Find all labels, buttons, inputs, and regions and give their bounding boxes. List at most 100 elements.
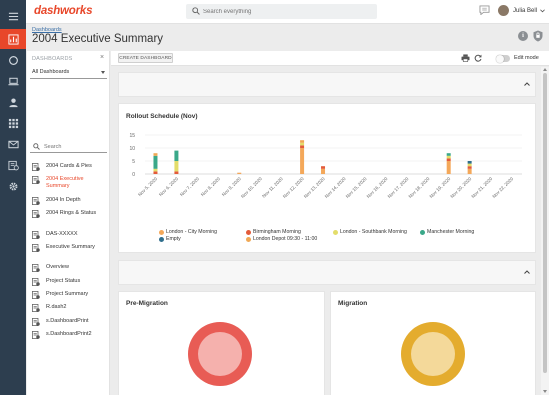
dashboard-item-icon (32, 210, 40, 219)
legend-item[interactable]: London - Southbank Morning (333, 229, 407, 235)
dashboard-item-label: s.DashboardPrint (46, 317, 89, 324)
nav-rail (0, 0, 26, 395)
chart-bar[interactable] (446, 158, 451, 161)
dashboard-search-input[interactable] (44, 142, 104, 152)
dashboard-list-item[interactable]: 2004 Cards & Pies (30, 161, 108, 174)
legend-item[interactable]: Manchester Morning (420, 229, 474, 235)
chart-bar[interactable] (174, 161, 179, 172)
dashboard-filter-value: All Dashboards (32, 69, 70, 75)
global-search[interactable] (186, 4, 377, 19)
pre-migration-donut[interactable] (119, 292, 326, 395)
dashboard-item-icon (32, 163, 40, 171)
chart-bar[interactable] (321, 168, 326, 174)
chart-bar[interactable] (446, 153, 451, 156)
section-header[interactable] (118, 72, 536, 97)
dashboard-toolbar: CREATE DASHBOARD Edit mode (111, 51, 549, 66)
menu-icon[interactable] (0, 6, 26, 26)
dashboard-list-item[interactable]: 2004 Executive Summary (30, 174, 108, 195)
chart-bar[interactable] (467, 163, 472, 167)
dashboard-item-icon (32, 243, 40, 252)
dashboard-item-label: Executive Summary (46, 243, 95, 250)
refresh-icon[interactable] (474, 54, 482, 62)
chart-bar[interactable] (467, 168, 472, 174)
print-icon[interactable] (461, 54, 470, 62)
scroll-down-icon[interactable] (543, 390, 547, 393)
legend-swatch (246, 230, 251, 235)
chart-bar[interactable] (300, 145, 305, 148)
legend-item[interactable]: London Depot 09:30 - 11:00 (246, 236, 317, 242)
chart-bar[interactable] (467, 166, 472, 169)
dashboard-list-item[interactable]: Overview (30, 262, 108, 275)
chart-bar[interactable] (153, 153, 158, 156)
dashboard-list-item[interactable]: R.dash2 (30, 302, 108, 315)
scrollbar-thumb[interactable] (543, 73, 547, 373)
evergreen-icon[interactable] (0, 155, 26, 175)
scrollbar[interactable] (541, 67, 549, 395)
dashboard-list-item[interactable]: Executive Summary (30, 242, 108, 263)
dashboard-filter-select[interactable]: All Dashboards (30, 67, 107, 79)
top-bar: dashworks Julia Bell (26, 0, 549, 24)
chart-bar[interactable] (300, 148, 305, 174)
dashboard-item-icon (32, 330, 40, 339)
chart-bar[interactable] (237, 172, 242, 174)
dashboard-item-icon (32, 196, 40, 205)
chart-bar[interactable] (174, 171, 179, 174)
dashboard-list-item[interactable]: Project Status (30, 276, 108, 289)
dashboard-list-item[interactable]: s.DashboardPrint (30, 316, 108, 329)
dashboard-item-label: Project Status (46, 277, 81, 284)
application-icon[interactable] (0, 113, 26, 133)
dashboard-item-icon (32, 291, 40, 299)
legend-item[interactable]: Empty (159, 236, 181, 242)
avatar[interactable] (498, 5, 509, 16)
dashboard-icon[interactable] (0, 29, 26, 49)
dashboards-panel-heading: DASHBOARDS (32, 56, 73, 62)
chart-bar[interactable] (467, 161, 472, 164)
user-name[interactable]: Julia Bell (513, 8, 537, 14)
chart-bar[interactable] (446, 155, 451, 159)
create-dashboard-button[interactable]: CREATE DASHBOARD (118, 53, 173, 63)
dashboard-item-label: R.dash2 (46, 304, 67, 311)
settings-icon[interactable] (0, 176, 26, 196)
migration-donut[interactable] (331, 292, 537, 395)
dashboard-item-label: DAS-XXXXX (46, 230, 78, 237)
scroll-up-icon[interactable] (543, 68, 547, 71)
device-icon[interactable] (0, 71, 26, 91)
dashboard-search[interactable] (30, 141, 107, 153)
chevron-down-icon[interactable] (540, 9, 545, 13)
global-search-input[interactable] (203, 6, 371, 17)
chevron-up-icon[interactable] (524, 270, 530, 274)
app-logo[interactable]: dashworks (34, 5, 92, 17)
chart-bar[interactable] (300, 142, 305, 146)
dashboard-list-item[interactable]: Project Summary (30, 289, 108, 302)
close-icon[interactable]: × (100, 54, 104, 61)
chat-icon[interactable] (479, 5, 490, 15)
chart-bar[interactable] (321, 166, 326, 169)
chart-bar[interactable] (446, 161, 451, 174)
legend-label: Empty (166, 236, 181, 242)
chart-bar[interactable] (174, 150, 179, 161)
user-icon[interactable] (0, 92, 26, 112)
pre-migration-center (198, 332, 242, 376)
dashboard-list-item[interactable]: s.DashboardPrint2 (30, 329, 108, 342)
edit-mode-toggle[interactable] (496, 54, 510, 63)
shield-icon[interactable] (533, 30, 543, 42)
chart-bar[interactable] (300, 140, 305, 143)
dashboard-list-item[interactable]: DAS-XXXXX (30, 229, 108, 242)
legend-label: London - City Morning (166, 229, 218, 235)
dashboard-list-item[interactable]: 2004 Rings & Status (30, 208, 108, 229)
section-header[interactable] (118, 260, 536, 285)
chart-bar[interactable] (153, 155, 158, 169)
info-icon[interactable]: i (518, 31, 528, 41)
x-tick-label: Nov 8, 2020 (200, 176, 221, 197)
dashboard-item-icon (32, 277, 40, 286)
search-icon (192, 7, 200, 15)
dashboard-item-icon (32, 304, 40, 313)
chart-bar[interactable] (153, 171, 158, 174)
legend-item[interactable]: London - City Morning (159, 229, 217, 235)
chevron-up-icon[interactable] (524, 82, 530, 86)
mailbox-icon[interactable] (0, 134, 26, 154)
discovery-icon[interactable] (0, 50, 26, 70)
chart-bar[interactable] (153, 168, 158, 172)
legend-item[interactable]: Birmingham Morning (246, 229, 301, 235)
dashboard-list-item[interactable]: 2004 In Depth (30, 195, 108, 208)
